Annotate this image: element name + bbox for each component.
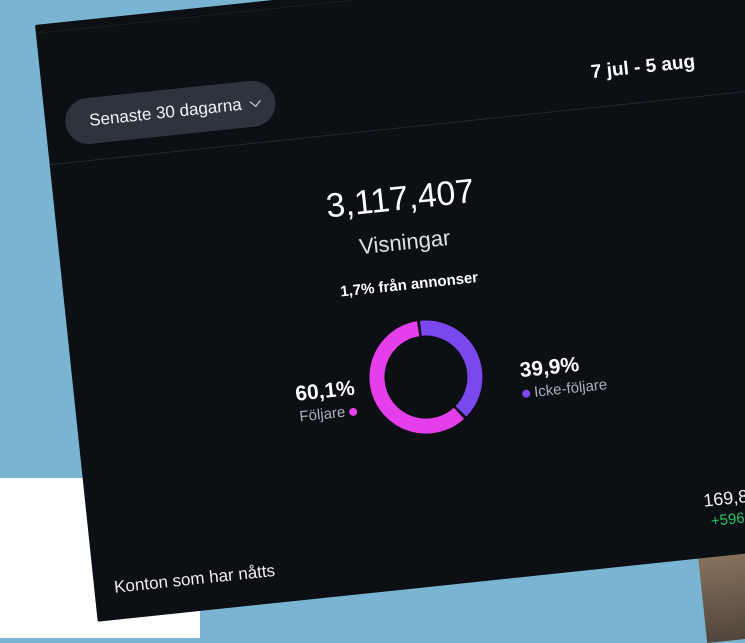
followers-stat: 60,1% Följare [259,377,358,430]
reach-label: Konton som har nåtts [113,560,276,597]
range-dropdown-button[interactable]: Senaste 30 dagarna [63,78,278,147]
ads-share: 1,7% från annonser [339,269,479,301]
date-range: 7 jul - 5 aug [589,51,697,84]
non-followers-stat: 39,9% Icke-följare [519,345,663,402]
non-followers-dot-icon [521,388,531,398]
followers-donut-chart [369,320,483,434]
range-dropdown-label: Senaste 30 dagarna [88,94,243,130]
chevron-down-icon [249,95,261,107]
followers-label: Följare [298,403,347,426]
top-divider [35,0,743,34]
followers-dot-icon [348,406,358,416]
insights-card: Senaste 30 dagarna 7 jul - 5 aug 3,117,4… [35,0,745,622]
